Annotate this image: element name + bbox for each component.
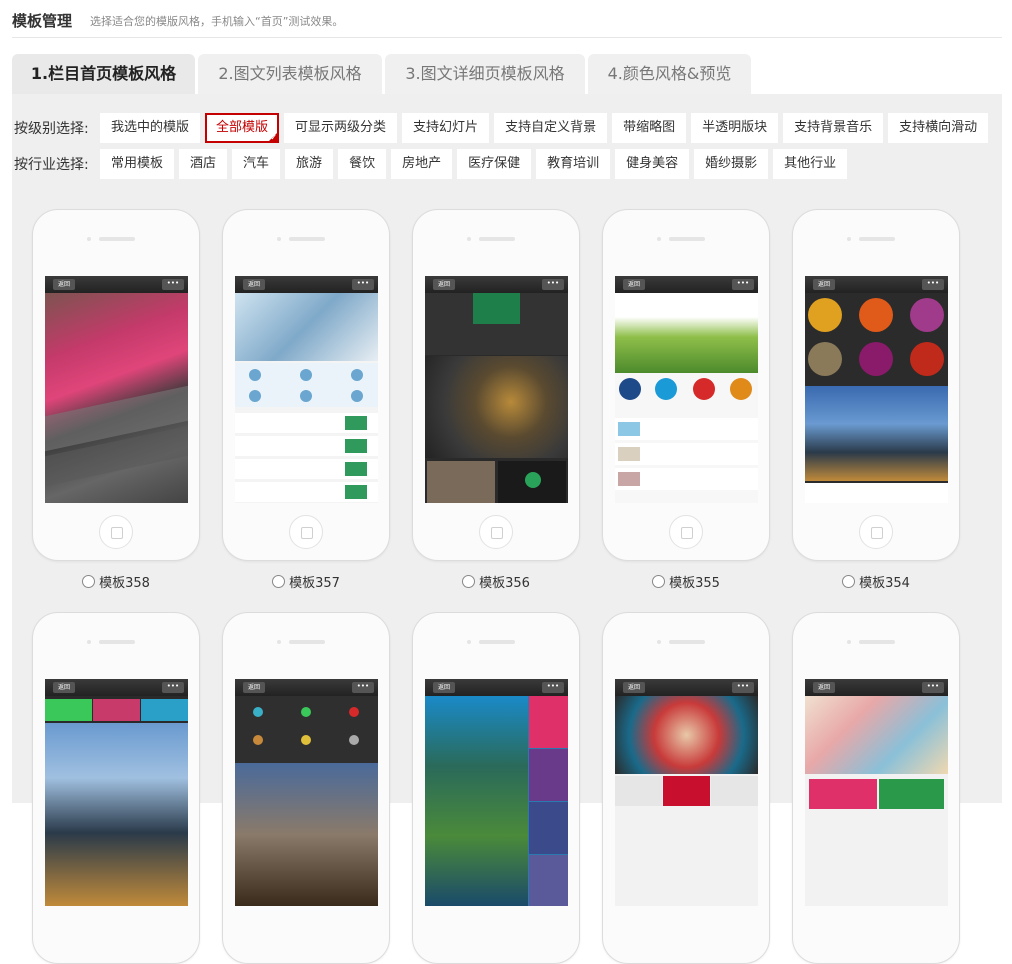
template-preview: 返回 •••: [235, 679, 378, 906]
home-button: [859, 515, 893, 549]
template-panel: 按级别选择: 我选中的模版 全部模版 ✓ 可显示两级分类 支持幻灯片 支持自定义背…: [12, 94, 1002, 964]
template-preview: 返回 •••: [425, 276, 568, 503]
page-header: 模板管理 选择适合您的模版风格，手机输入“首页”测试效果。: [12, 8, 1002, 38]
tab-detail-template[interactable]: 3.图文详细页模板风格: [385, 54, 585, 94]
template-radio[interactable]: [272, 575, 286, 588]
phone-frame: 返回 •••: [792, 612, 960, 964]
tab-color-preview[interactable]: 4.颜色风格&预览: [588, 54, 751, 94]
template-label: 模板355: [669, 576, 720, 591]
template-label: 模板357: [289, 576, 340, 591]
check-icon: ✓: [270, 133, 278, 142]
phone-frame: 返回 •••: [792, 209, 960, 561]
template-preview: 返回 •••: [235, 276, 378, 503]
template-preview: 返回 •••: [615, 276, 758, 503]
template-grid: 返回 ••• 模板358 返回 ••• 模板357 返回 ••• 模板356 返…: [12, 94, 1002, 964]
phone-frame: 返回 •••: [222, 612, 390, 964]
template-radio[interactable]: [652, 575, 666, 588]
home-button: [99, 515, 133, 549]
tab-home-template[interactable]: 1.栏目首页模板风格: [12, 54, 195, 94]
template-label: 模板354: [859, 576, 910, 591]
phone-frame: 返回 •••: [32, 612, 200, 964]
tab-bar: 1.栏目首页模板风格 2.图文列表模板风格 3.图文详细页模板风格 4.颜色风格…: [12, 54, 1002, 94]
template-label: 模板356: [479, 576, 530, 591]
phone-frame: 返回 •••: [222, 209, 390, 561]
template-radio[interactable]: [842, 575, 856, 588]
home-button: [289, 515, 323, 549]
phone-frame: 返回 •••: [412, 612, 580, 964]
phone-frame: 返回 •••: [602, 209, 770, 561]
page-title: 模板管理: [12, 12, 73, 30]
phone-frame: 返回 •••: [412, 209, 580, 561]
phone-frame: 返回 •••: [32, 209, 200, 561]
template-preview: 返回 •••: [615, 679, 758, 906]
home-button: [669, 515, 703, 549]
template-preview: 返回 •••: [805, 276, 948, 503]
template-radio[interactable]: [462, 575, 476, 588]
phone-frame: 返回 •••: [602, 612, 770, 964]
tab-list-template[interactable]: 2.图文列表模板风格: [198, 54, 382, 94]
template-preview: 返回 •••: [45, 679, 188, 906]
template-preview: 返回 •••: [425, 679, 568, 906]
page-hint: 选择适合您的模版风格，手机输入“首页”测试效果。: [90, 15, 344, 28]
template-label: 模板358: [99, 576, 150, 591]
template-preview: 返回 •••: [45, 276, 188, 503]
template-radio[interactable]: [82, 575, 96, 588]
template-preview: 返回 •••: [805, 679, 948, 906]
home-button: [479, 515, 513, 549]
